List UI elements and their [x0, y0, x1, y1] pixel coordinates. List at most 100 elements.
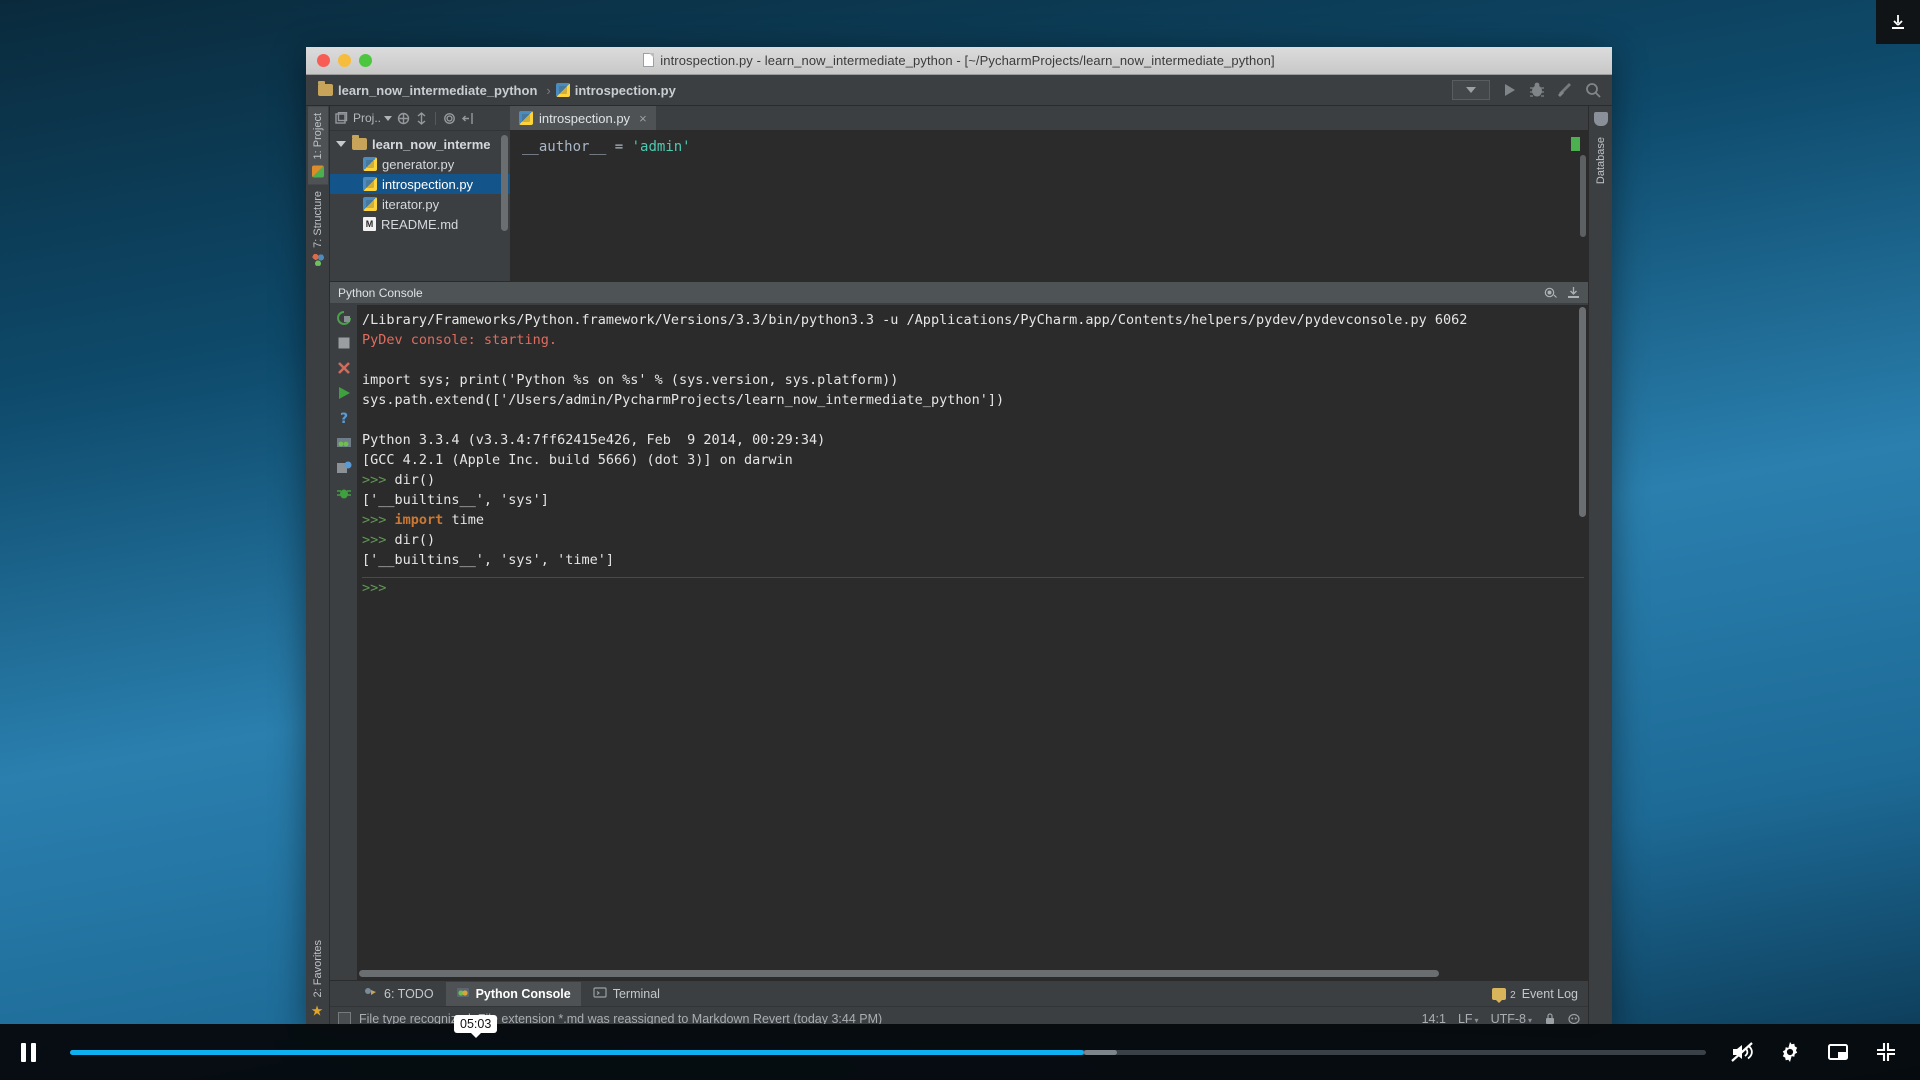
- python-file-icon: [363, 197, 377, 211]
- console-input-line: >>> dir(): [362, 530, 1588, 550]
- project-tree-scrollbar[interactable]: [501, 135, 508, 231]
- structure-icon: [311, 254, 324, 267]
- window-traffic-lights: [317, 54, 372, 67]
- mute-button[interactable]: [1720, 1024, 1764, 1080]
- sidebar-item-structure-label: 7: Structure: [311, 191, 324, 249]
- tree-node-generator[interactable]: generator.py: [330, 154, 510, 174]
- console-vertical-scrollbar[interactable]: [1579, 307, 1586, 517]
- console-prompt: >>>: [362, 532, 387, 548]
- console-command: time: [443, 512, 484, 528]
- hide-icon[interactable]: [461, 112, 474, 125]
- tab-python-console[interactable]: Python Console: [445, 981, 581, 1006]
- console-line: /Library/Frameworks/Python.framework/Ver…: [362, 312, 1468, 328]
- tree-node-readme[interactable]: M README.md: [330, 214, 510, 234]
- picture-in-picture-icon: [1828, 1044, 1848, 1060]
- breadcrumb-project[interactable]: learn_now_intermediate_python: [314, 81, 545, 100]
- console-output[interactable]: /Library/Frameworks/Python.framework/Ver…: [357, 305, 1588, 980]
- settings-gear-icon[interactable]: [443, 112, 456, 125]
- sidebar-item-structure[interactable]: 7: Structure: [308, 184, 328, 273]
- editor-area: introspection.py × __author__ = 'admin': [510, 106, 1588, 281]
- progress-buffer: [1084, 1049, 1118, 1055]
- collapse-all-icon[interactable]: [415, 111, 428, 125]
- seek-bar[interactable]: 05:03: [56, 1015, 1720, 1080]
- help-icon[interactable]: ?: [336, 410, 352, 427]
- editor-tabs: introspection.py ×: [510, 106, 1588, 131]
- project-scope-selector[interactable]: Proj..: [353, 111, 393, 125]
- code-identifier: __author__: [522, 139, 607, 155]
- coverage-button[interactable]: [1556, 81, 1574, 99]
- run-button[interactable]: [1500, 81, 1518, 99]
- editor-body[interactable]: __author__ = 'admin': [510, 131, 1588, 281]
- window-titlebar: introspection.py - learn_now_intermediat…: [306, 47, 1612, 75]
- sidebar-item-project[interactable]: 1: Project: [307, 106, 328, 185]
- tree-node-root[interactable]: learn_now_interme: [330, 134, 510, 154]
- player-right-controls: [1720, 1024, 1920, 1080]
- exit-fullscreen-icon: [1877, 1043, 1895, 1061]
- event-log-label: Event Log: [1521, 986, 1578, 1001]
- attach-debugger-icon[interactable]: [336, 485, 352, 501]
- command-history-icon[interactable]: [336, 460, 352, 476]
- select-opened-file-icon[interactable]: [397, 112, 410, 125]
- tab-terminal[interactable]: Terminal: [583, 982, 670, 1006]
- run-configuration-selector[interactable]: [1452, 80, 1490, 100]
- code-content: __author__ = 'admin': [510, 131, 1588, 155]
- console-current-prompt-line[interactable]: >>>: [362, 578, 1588, 598]
- chevron-down-icon: [1466, 87, 1476, 93]
- tab-terminal-label: Terminal: [612, 986, 660, 1001]
- console-command: dir(): [394, 472, 436, 488]
- search-everywhere-button[interactable]: [1584, 81, 1602, 99]
- content-column: Proj.. learn_now_interme generator.py in…: [330, 106, 1588, 1030]
- code-string-literal: 'admin': [631, 139, 691, 155]
- minimize-window-button[interactable]: [338, 54, 351, 67]
- breadcrumb-file-label: introspection.py: [574, 82, 676, 98]
- project-icon: [311, 165, 324, 178]
- python-file-icon: [363, 177, 377, 191]
- console-hide-icon[interactable]: [1567, 286, 1580, 299]
- stop-icon[interactable]: [336, 335, 352, 351]
- console-horizontal-scrollbar[interactable]: [359, 970, 1439, 977]
- debug-button[interactable]: [1528, 81, 1546, 99]
- console-settings-icon[interactable]: [1544, 286, 1557, 299]
- volume-muted-icon: [1731, 1042, 1753, 1062]
- editor-scrollbar[interactable]: [1580, 155, 1586, 237]
- execute-icon[interactable]: [336, 385, 352, 401]
- sidebar-item-database[interactable]: Database: [1591, 130, 1611, 191]
- python-file-icon: [555, 83, 570, 97]
- close-window-button[interactable]: [317, 54, 330, 67]
- project-tree[interactable]: learn_now_interme generator.py introspec…: [330, 131, 510, 281]
- tab-introspection-py[interactable]: introspection.py ×: [510, 106, 656, 130]
- python-file-icon: [363, 157, 377, 171]
- pycharm-window: introspection.py - learn_now_intermediat…: [306, 47, 1612, 1030]
- close-icon[interactable]: [336, 360, 352, 376]
- console-line: Python 3.3.4 (v3.3.4:7ff62415e426, Feb 9…: [362, 432, 826, 448]
- sidebar-item-favorites[interactable]: ★ 2: Favorites: [306, 933, 330, 1026]
- play-icon: [1505, 84, 1515, 96]
- toolbar-divider: [435, 111, 437, 125]
- pause-button[interactable]: [0, 1024, 56, 1080]
- show-variables-icon[interactable]: [336, 435, 352, 451]
- inspection-status-marker[interactable]: [1571, 137, 1580, 151]
- chevron-down-icon[interactable]: [336, 141, 346, 147]
- pip-button[interactable]: [1816, 1024, 1860, 1080]
- rerun-icon[interactable]: [336, 310, 352, 326]
- breadcrumb-file[interactable]: introspection.py: [552, 81, 684, 100]
- download-icon: [1892, 15, 1904, 29]
- settings-button[interactable]: [1768, 1024, 1812, 1080]
- project-toolbar: Proj..: [330, 106, 510, 131]
- exit-fullscreen-button[interactable]: [1864, 1024, 1908, 1080]
- sidebar-item-favorites-label: 2: Favorites: [311, 939, 324, 997]
- download-button[interactable]: [1876, 0, 1920, 44]
- main-area: 1: Project 7: Structure ★ 2: Favorites P…: [306, 106, 1612, 1030]
- zoom-window-button[interactable]: [359, 54, 372, 67]
- close-icon[interactable]: ×: [639, 111, 647, 126]
- tree-node-introspection[interactable]: introspection.py: [330, 174, 510, 194]
- console-header-actions: [1544, 286, 1580, 299]
- project-scope-label: Proj..: [353, 111, 382, 125]
- sidebar-item-project-label: 1: Project: [311, 113, 324, 160]
- event-log-button[interactable]: 2 Event Log: [1492, 986, 1588, 1003]
- tree-node-iterator[interactable]: iterator.py: [330, 194, 510, 214]
- tab-todo[interactable]: 6: TODO: [354, 982, 444, 1006]
- progress-track[interactable]: [70, 1049, 1706, 1055]
- console-result: ['__builtins__', 'sys']: [362, 492, 549, 508]
